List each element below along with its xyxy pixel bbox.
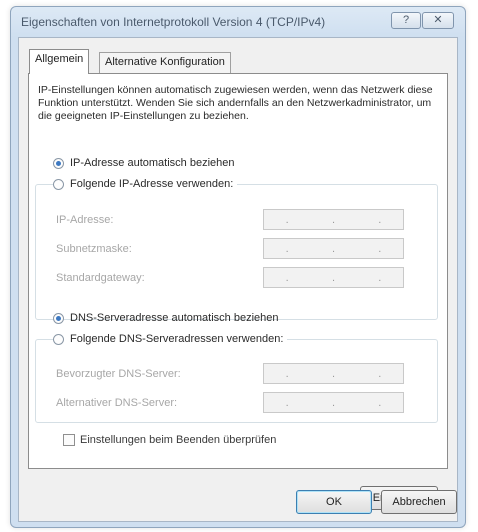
ip-address-label: IP-Adresse:: [56, 214, 114, 226]
radio-button-selected[interactable]: [53, 157, 64, 169]
radio-ip-manual-label: Folgende IP-Adresse verwenden:: [70, 178, 234, 190]
default-gateway-input[interactable]: ...: [263, 267, 404, 288]
preferred-dns-input[interactable]: ...: [263, 363, 404, 384]
alternate-dns-input[interactable]: ...: [263, 392, 404, 413]
preferred-dns-label: Bevorzugter DNS-Server:: [56, 368, 181, 380]
validate-on-exit-checkbox[interactable]: Einstellungen beim Beenden überprüfen: [63, 434, 276, 446]
radio-ip-manual[interactable]: Folgende IP-Adresse verwenden:: [53, 178, 238, 190]
tab-alternative-konfiguration[interactable]: Alternative Konfiguration: [99, 52, 231, 73]
alternate-dns-label: Alternativer DNS-Server:: [56, 397, 178, 409]
close-button[interactable]: ✕: [422, 12, 454, 29]
dialog-client-area: Allgemein Alternative Konfiguration IP-E…: [18, 37, 458, 522]
dialog-window: Eigenschaften von Internetprotokoll Vers…: [10, 6, 466, 528]
default-gateway-label: Standardgateway:: [56, 272, 145, 284]
tab-panel-general: IP-Einstellungen können automatisch zuge…: [28, 73, 448, 510]
title-bar[interactable]: Eigenschaften von Internetprotokoll Vers…: [11, 7, 465, 37]
radio-button[interactable]: [53, 178, 64, 190]
radio-ip-auto-label: IP-Adresse automatisch beziehen: [70, 157, 235, 169]
window-title: Eigenschaften von Internetprotokoll Vers…: [21, 15, 326, 29]
radio-button[interactable]: [53, 333, 64, 345]
tab-allgemein[interactable]: Allgemein: [29, 49, 90, 74]
ok-button[interactable]: OK: [296, 490, 372, 514]
radio-dns-auto[interactable]: DNS-Serveradresse automatisch beziehen: [53, 312, 279, 324]
radio-ip-auto[interactable]: IP-Adresse automatisch beziehen: [53, 157, 234, 169]
radio-dns-manual[interactable]: Folgende DNS-Serveradressen verwenden:: [53, 333, 288, 345]
help-button[interactable]: ?: [391, 12, 421, 29]
subnet-mask-label: Subnetzmaske:: [56, 243, 132, 255]
subnet-mask-input[interactable]: ...: [263, 238, 404, 259]
checkbox-box[interactable]: [63, 434, 75, 446]
radio-dns-auto-label: DNS-Serveradresse automatisch beziehen: [70, 312, 279, 324]
cancel-button[interactable]: Abbrechen: [381, 490, 457, 514]
validate-on-exit-label: Einstellungen beim Beenden überprüfen: [80, 434, 277, 446]
description-text: IP-Einstellungen können automatisch zuge…: [38, 84, 433, 122]
radio-dns-manual-label: Folgende DNS-Serveradressen verwenden:: [70, 333, 284, 345]
radio-button-selected[interactable]: [53, 312, 64, 324]
ip-address-input[interactable]: ...: [263, 209, 404, 230]
